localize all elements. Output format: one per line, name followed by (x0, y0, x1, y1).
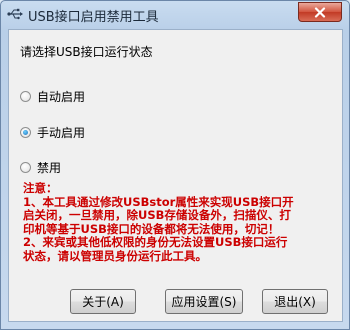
option-auto-enable[interactable]: 自动启用 (20, 88, 85, 105)
about-button[interactable]: 关于(A) (70, 289, 136, 314)
note-line: 印机等基于USB接口的设备都将无法使用，切记！ (23, 221, 280, 236)
close-icon (314, 6, 326, 18)
note-line: 2、来宾或其他低权限的身份无法设置USB接口运行 (23, 235, 288, 249)
option-manual-enable[interactable]: 手动启用 (20, 124, 85, 141)
client-area: 请选择USB接口运行状态 自动启用 手动启用 禁用 注意： 1、本工具通过修改U… (8, 29, 343, 322)
exit-button[interactable]: 退出(X) (262, 289, 328, 314)
radio-button[interactable] (20, 91, 31, 102)
app-window: USB接口启用禁用工具 请选择USB接口运行状态 自动启用 手动启用 禁用 注意… (0, 0, 350, 330)
note-heading: 注意： (23, 181, 58, 195)
note-line: 启关闭，一旦禁用，除USB存储设备外，扫描仪、打 (23, 208, 291, 222)
radio-button[interactable] (20, 162, 31, 173)
option-label: 禁用 (37, 161, 62, 175)
status-prompt: 请选择USB接口运行状态 (20, 45, 153, 59)
usb-icon (7, 8, 23, 20)
close-button[interactable] (298, 2, 342, 22)
note-line: 1、本工具通过修改USBstor属性来实现USB接口开 (23, 194, 294, 209)
warning-note: 注意： 1、本工具通过修改USBstor属性来实现USB接口开 启关闭，一旦禁用… (23, 181, 333, 263)
note-line: 状态，请以管理员身份运行此工具。 (23, 248, 207, 263)
option-disable[interactable]: 禁用 (20, 159, 61, 176)
radio-button-checked[interactable] (20, 127, 31, 138)
title-bar[interactable]: USB接口启用禁用工具 (1, 1, 349, 28)
window-title: USB接口启用禁用工具 (28, 10, 159, 25)
option-label: 自动启用 (37, 90, 86, 104)
option-label: 手动启用 (37, 126, 86, 140)
apply-settings-button[interactable]: 应用设置(S) (165, 289, 243, 314)
